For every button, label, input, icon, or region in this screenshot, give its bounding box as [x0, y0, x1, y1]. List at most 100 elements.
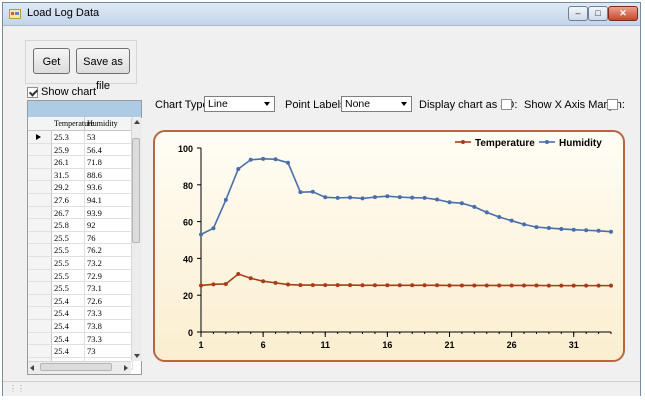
cell-humidity[interactable]: 73: [85, 345, 133, 358]
table-row[interactable]: 25.4 72.6: [28, 294, 141, 308]
scroll-left-icon[interactable]: [30, 365, 34, 371]
get-button[interactable]: Get: [33, 48, 70, 74]
cell-temperature[interactable]: 25.4: [52, 307, 85, 320]
data-point-temperature: [360, 283, 365, 288]
table-row[interactable]: 29.2 93.6: [28, 181, 141, 194]
cell-temperature[interactable]: 26.1: [52, 156, 85, 169]
cell-humidity[interactable]: 93.6: [85, 181, 133, 194]
table-row[interactable]: 25.5 73.2: [28, 257, 141, 270]
cell-temperature[interactable]: 25.5: [52, 257, 85, 270]
show-x-margin-checkbox[interactable]: [607, 99, 618, 110]
table-row[interactable]: 31.5 88.6: [28, 168, 141, 182]
cell-temperature[interactable]: 25.4: [52, 332, 85, 346]
table-row[interactable]: 25.5 72.9: [28, 269, 141, 283]
row-header[interactable]: [28, 231, 52, 245]
table-row[interactable]: 25.5 76.2: [28, 244, 141, 257]
row-header[interactable]: [28, 194, 52, 207]
chart-panel: 0 20 40 60 80 100 1 6 11 16 21 26 31 Temperature Humid…: [153, 130, 625, 362]
row-header[interactable]: [28, 307, 52, 320]
table-row[interactable]: 25.4 73.8: [28, 320, 141, 333]
cell-humidity[interactable]: 53: [85, 131, 133, 144]
table-row[interactable]: 26.1 71.8: [28, 156, 141, 169]
data-point-humidity: [310, 189, 315, 194]
row-header[interactable]: [28, 156, 52, 169]
cell-temperature[interactable]: 25.9: [52, 143, 85, 157]
row-header[interactable]: [28, 282, 52, 295]
cell-humidity[interactable]: 73.3: [85, 332, 133, 346]
row-header[interactable]: [28, 320, 52, 333]
cell-temperature[interactable]: 26.7: [52, 206, 85, 220]
cell-humidity[interactable]: 93.9: [85, 206, 133, 220]
cell-temperature[interactable]: 25.5: [52, 269, 85, 283]
cell-temperature[interactable]: 25.4: [52, 345, 85, 358]
row-header[interactable]: [28, 257, 52, 270]
cell-temperature[interactable]: 27.6: [52, 194, 85, 207]
cell-temperature[interactable]: 25.3: [52, 131, 85, 144]
cell-temperature[interactable]: 31.5: [52, 168, 85, 182]
row-header[interactable]: [28, 131, 52, 144]
cell-temperature[interactable]: 25.5: [52, 244, 85, 257]
table-row[interactable]: 26.7 93.9: [28, 206, 141, 220]
cell-temperature[interactable]: 25.5: [52, 231, 85, 245]
row-header[interactable]: [28, 219, 52, 232]
display-3d-checkbox[interactable]: [501, 99, 512, 110]
row-header[interactable]: [28, 181, 52, 194]
cell-temperature[interactable]: 25.4: [52, 320, 85, 333]
cell-humidity[interactable]: 76.2: [85, 244, 133, 257]
cell-temperature[interactable]: 25.8: [52, 219, 85, 232]
data-point-temperature: [223, 281, 228, 286]
table-row[interactable]: 25.4 73.3: [28, 332, 141, 346]
cell-temperature[interactable]: 25.5: [52, 282, 85, 295]
data-point-humidity: [335, 195, 340, 200]
cell-humidity[interactable]: 71.8: [85, 156, 133, 169]
show-chart-checkbox[interactable]: [27, 87, 38, 98]
close-button[interactable]: ✕: [608, 6, 638, 21]
maximize-button[interactable]: □: [588, 6, 608, 21]
row-header[interactable]: [28, 143, 52, 157]
table-row[interactable]: 25.5 73.1: [28, 282, 141, 295]
grid-horizontal-thumb[interactable]: [40, 363, 112, 371]
row-header[interactable]: [28, 332, 52, 346]
row-header[interactable]: [28, 294, 52, 308]
cell-humidity[interactable]: 94.1: [85, 194, 133, 207]
minimize-button[interactable]: –: [568, 6, 588, 21]
table-row[interactable]: 25.8 92: [28, 219, 141, 232]
cell-humidity[interactable]: 56.4: [85, 143, 133, 157]
cell-temperature[interactable]: 25.4: [52, 294, 85, 308]
grid-vertical-thumb[interactable]: [132, 138, 140, 243]
cell-humidity[interactable]: 92: [85, 219, 133, 232]
cell-humidity[interactable]: 72.9: [85, 269, 133, 283]
row-header[interactable]: [28, 345, 52, 358]
cell-humidity[interactable]: 72.6: [85, 294, 133, 308]
cell-humidity[interactable]: 73.8: [85, 320, 133, 333]
scroll-down-icon[interactable]: [134, 354, 140, 358]
column-header-temperature[interactable]: Temperature: [52, 117, 94, 131]
chevron-down-icon: [264, 102, 270, 106]
cell-humidity[interactable]: 73.1: [85, 282, 133, 295]
chart-type-select[interactable]: Line: [204, 96, 275, 112]
table-row[interactable]: 25.4 73.3: [28, 307, 141, 320]
cell-humidity[interactable]: 73.3: [85, 307, 133, 320]
table-row[interactable]: 25.4 73: [28, 345, 141, 358]
cell-humidity[interactable]: 88.6: [85, 168, 133, 182]
row-header[interactable]: [28, 206, 52, 220]
cell-humidity[interactable]: 76: [85, 231, 133, 245]
legend-label-humidity: Humidity: [559, 138, 602, 149]
row-header[interactable]: [28, 168, 52, 182]
table-row[interactable]: 27.6 94.1: [28, 194, 141, 207]
scroll-up-icon[interactable]: [134, 120, 140, 124]
table-row[interactable]: 25.5 76: [28, 231, 141, 245]
column-header-humidity[interactable]: Humidity: [85, 117, 133, 131]
point-labels-select[interactable]: None: [341, 96, 412, 112]
data-point-humidity: [385, 194, 390, 199]
table-row[interactable]: 25.9 56.4: [28, 143, 141, 157]
data-point-humidity: [435, 197, 440, 202]
data-grid[interactable]: Temperature Humidity 25.3 53 25.9 56.4 26.1 7…: [27, 100, 142, 375]
cell-temperature[interactable]: 29.2: [52, 181, 85, 194]
row-header[interactable]: [28, 244, 52, 257]
save-as-file-button[interactable]: Save as file: [76, 48, 130, 92]
scroll-right-icon[interactable]: [124, 365, 128, 371]
table-row[interactable]: 25.3 53: [28, 131, 141, 144]
row-header[interactable]: [28, 269, 52, 283]
cell-humidity[interactable]: 73.2: [85, 257, 133, 270]
